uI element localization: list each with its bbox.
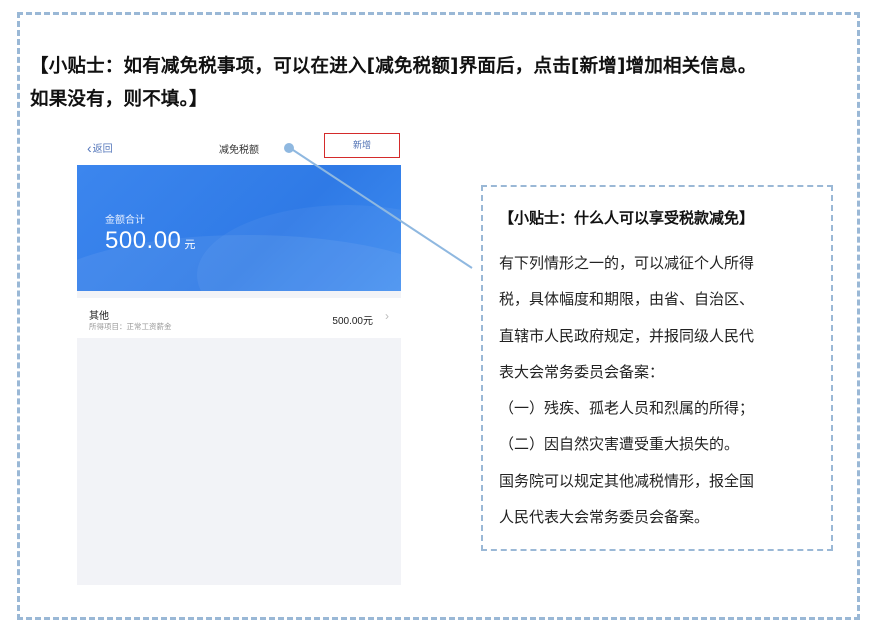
item-subtitle: 所得项目：正常工资薪金 bbox=[89, 322, 172, 331]
add-button[interactable]: 新增 bbox=[324, 133, 400, 158]
total-amount-value: 500.00 bbox=[105, 227, 182, 254]
tip-line: （二）因自然灾害遭受重大损失的。 bbox=[499, 435, 740, 454]
total-amount-unit: 元 bbox=[184, 239, 196, 251]
item-title: 其他 bbox=[89, 311, 109, 322]
tax-relief-tip-box: 【小贴士：什么人可以享受税款减免】 有下列情形之一的，可以减征个人所得 税，具体… bbox=[481, 185, 833, 551]
phone-screenshot: ‹返回 减免税额 新增 金额合计 500.00 元 其他 所得项目：正常工资薪金 … bbox=[77, 130, 401, 585]
tip-heading: 【小贴士：如有减免税事项，可以在进入[减免税额]界面后，点击[新增]增加相关信息… bbox=[30, 50, 870, 116]
empty-content-area bbox=[77, 340, 401, 585]
tip-line: 人民代表大会常务委员会备案。 bbox=[499, 508, 710, 527]
total-amount: 500.00 元 bbox=[105, 227, 196, 255]
hero-decoration-2 bbox=[197, 205, 401, 291]
tip-line: 国务院可以规定其他减税情形，报全国 bbox=[499, 471, 755, 490]
item-value: 500.00元 bbox=[332, 316, 373, 327]
tip-box-title: 【小贴士：什么人可以享受税款减免】 bbox=[499, 209, 755, 227]
total-label: 金额合计 bbox=[105, 215, 145, 226]
tip-line: 直辖市人民政府规定，并报同级人民代 bbox=[499, 326, 755, 345]
tip-line: （一）残疾、孤老人员和烈属的所得； bbox=[499, 399, 755, 418]
chevron-right-icon: › bbox=[385, 309, 389, 323]
total-amount-card: 金额合计 500.00 元 bbox=[77, 165, 401, 291]
list-item-other[interactable]: 其他 所得项目：正常工资薪金 500.00元 › bbox=[77, 298, 401, 338]
tip-box-body: 有下列情形之一的，可以减征个人所得 税，具体幅度和期限，由省、自治区、 直辖市人… bbox=[499, 245, 824, 535]
tip-line: 有下列情形之一的，可以减征个人所得 bbox=[499, 254, 755, 272]
tip-line: 表大会常务委员会备案： bbox=[499, 362, 665, 381]
tip-heading-line-2: 如果没有，则不填。】 bbox=[30, 89, 208, 110]
nav-bar: ‹返回 减免税额 新增 bbox=[77, 130, 401, 165]
tip-line: 税，具体幅度和期限，由省、自治区、 bbox=[499, 290, 755, 309]
tip-heading-line-1: 【小贴士：如有减免税事项，可以在进入[减免税额]界面后，点击[新增]增加相关信息… bbox=[30, 56, 757, 77]
